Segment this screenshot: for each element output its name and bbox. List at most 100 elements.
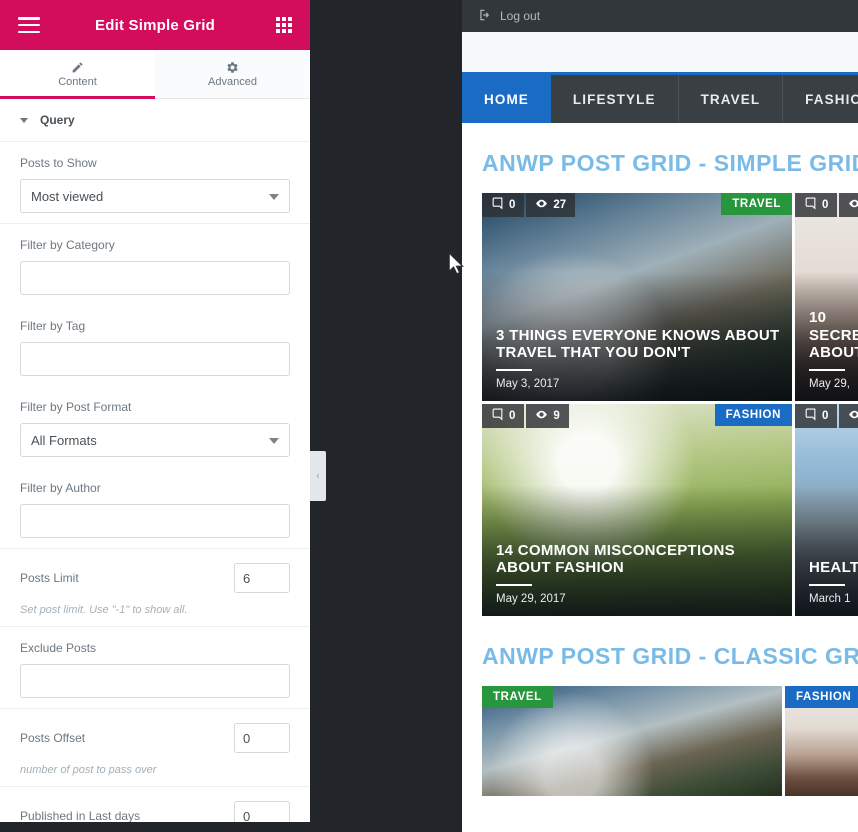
posts-to-show-select[interactable]: Most viewed (20, 179, 290, 213)
section-query[interactable]: Query (0, 99, 310, 142)
simple-grid-col-right: 0 10 SECRETS ABOUT May 29, 0 (795, 193, 858, 616)
section-title-classic-grid: ANWP POST GRID - CLASSIC GRID (482, 643, 858, 669)
post-format-select-wrap: All Formats (20, 423, 290, 457)
control-filter-by-category: Filter by Category (0, 223, 310, 305)
control-posts-offset: Posts Offset number of post to pass over (0, 708, 310, 786)
label-filter-by-post-format: Filter by Post Format (20, 400, 132, 414)
post-title[interactable]: HEALTH (809, 559, 858, 577)
chevron-left-icon (314, 467, 322, 485)
nav-item-lifestyle[interactable]: LIFESTYLE (551, 75, 679, 123)
panel-body: Query Posts to Show Most viewed Filter b… (0, 99, 310, 822)
tab-content-label: Content (58, 75, 97, 88)
mouse-cursor (449, 253, 464, 275)
comment-count-chip: 0 (795, 404, 838, 428)
post-text: 10 SECRETS ABOUT May 29, (809, 309, 858, 390)
logout-label[interactable]: Log out (500, 9, 540, 23)
post-card[interactable]: 0 10 SECRETS ABOUT May 29, (795, 193, 858, 401)
post-meta: 0 27 (482, 193, 576, 217)
section-query-label: Query (40, 113, 75, 127)
comment-count: 0 (509, 199, 516, 211)
gear-icon (226, 61, 239, 74)
post-date: May 3, 2017 (496, 369, 780, 390)
post-date: March 1 (809, 584, 858, 605)
widgets-grid-icon[interactable] (276, 17, 292, 33)
filter-by-post-format-select[interactable]: All Formats (20, 423, 290, 457)
tab-advanced[interactable]: Advanced (155, 50, 310, 98)
nav-item-travel[interactable]: TRAVEL (679, 75, 784, 123)
posts-offset-input[interactable] (234, 723, 290, 753)
filter-by-tag-input[interactable] (20, 342, 290, 376)
post-text: 14 COMMON MISCONCEPTIONS ABOUT FASHION M… (496, 542, 780, 605)
control-posts-limit: Posts Limit Set post limit. Use "-1" to … (0, 548, 310, 626)
comment-count: 0 (822, 199, 829, 211)
post-title[interactable]: 3 THINGS EVERYONE KNOWS ABOUT TRAVEL THA… (496, 327, 780, 362)
view-count-chip (839, 404, 858, 428)
post-title[interactable]: 10 SECRETS ABOUT (809, 309, 858, 362)
eye-icon (848, 408, 858, 424)
post-card[interactable]: TRAVEL (482, 686, 782, 796)
category-badge[interactable]: TRAVEL (721, 193, 792, 215)
posts-limit-row: Posts Limit (20, 563, 290, 593)
view-count-chip: 27 (526, 193, 576, 217)
category-badge[interactable]: TRAVEL (482, 686, 553, 708)
tab-content[interactable]: Content (0, 50, 155, 99)
label-posts-to-show: Posts to Show (20, 156, 97, 170)
post-meta: 0 (795, 404, 858, 428)
label-exclude-posts: Exclude Posts (20, 641, 97, 655)
label-filter-by-author: Filter by Author (20, 481, 101, 495)
section-title-simple-grid: ANWP POST GRID - SIMPLE GRID (482, 150, 858, 176)
posts-limit-input[interactable] (234, 563, 290, 593)
category-badge[interactable]: FASHION (714, 404, 792, 426)
post-meta: 0 (795, 193, 858, 217)
hint-posts-offset: number of post to pass over (20, 764, 157, 776)
label-filter-by-category: Filter by Category (20, 238, 115, 252)
elementor-editor-panel: Edit Simple Grid Content Advanced Query … (0, 0, 310, 822)
post-date: May 29, 2017 (496, 584, 780, 605)
view-count-chip (839, 193, 858, 217)
post-card[interactable]: FASHION (785, 686, 858, 796)
post-card[interactable]: 0 9 FASHION 14 COMMON MISCONCEPTIONS ABO… (482, 404, 792, 616)
control-published-in-last-days: Published in Last days (0, 786, 310, 822)
panel-header: Edit Simple Grid (0, 0, 310, 50)
control-filter-by-post-format: Filter by Post Format All Formats (0, 386, 310, 467)
nav-item-fashion[interactable]: FASHION (783, 75, 858, 123)
comment-count-chip: 0 (482, 193, 525, 217)
panel-collapse-handle[interactable] (310, 451, 326, 501)
post-card[interactable]: 0 HEALTH March 1 (795, 404, 858, 616)
logout-icon (478, 8, 492, 25)
label-posts-limit: Posts Limit (20, 571, 79, 585)
comment-count-chip: 0 (482, 404, 525, 428)
view-count: 9 (553, 410, 560, 422)
tab-advanced-label: Advanced (208, 75, 257, 88)
comment-icon (804, 408, 817, 424)
caret-down-icon (20, 117, 28, 123)
label-posts-offset: Posts Offset (20, 731, 86, 745)
exclude-posts-input[interactable] (20, 664, 290, 698)
category-badge[interactable]: FASHION (785, 686, 858, 708)
control-filter-by-author: Filter by Author (0, 467, 310, 548)
post-meta: 0 9 (482, 404, 569, 428)
classic-grid: TRAVEL FASHION (462, 686, 858, 796)
label-filter-by-tag: Filter by Tag (20, 319, 86, 333)
control-posts-to-show: Posts to Show Most viewed (0, 142, 310, 223)
post-date: May 29, (809, 369, 858, 390)
nav-item-home[interactable]: HOME (462, 75, 551, 123)
eye-icon (535, 408, 548, 424)
simple-grid-col-left: 0 27 TRAVEL 3 THINGS EVERYONE KNOWS ABOU… (482, 193, 792, 616)
post-card[interactable]: 0 27 TRAVEL 3 THINGS EVERYONE KNOWS ABOU… (482, 193, 792, 401)
pencil-icon (71, 61, 84, 74)
filter-by-category-input[interactable] (20, 261, 290, 295)
post-title[interactable]: 14 COMMON MISCONCEPTIONS ABOUT FASHION (496, 542, 780, 577)
hamburger-menu-icon[interactable] (18, 17, 40, 33)
filter-by-author-input[interactable] (20, 504, 290, 538)
published-in-last-days-input[interactable] (234, 801, 290, 822)
view-count: 27 (553, 199, 567, 211)
panel-title: Edit Simple Grid (95, 16, 215, 34)
comment-count: 0 (822, 410, 829, 422)
post-text: 3 THINGS EVERYONE KNOWS ABOUT TRAVEL THA… (496, 327, 780, 390)
comment-count-chip: 0 (795, 193, 838, 217)
site-preview: Log out HOME LIFESTYLE TRAVEL FASHION AN… (462, 0, 858, 832)
view-count-chip: 9 (526, 404, 569, 428)
eye-icon (535, 197, 548, 213)
wp-admin-bar: Log out (462, 0, 858, 32)
